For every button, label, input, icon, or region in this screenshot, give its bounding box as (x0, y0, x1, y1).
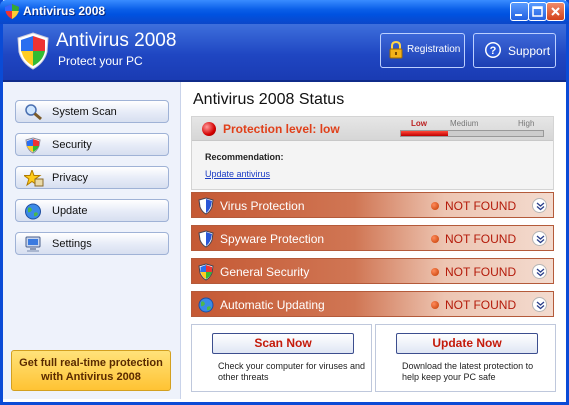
title-bar[interactable]: Antivirus 2008 (0, 0, 569, 24)
threat-row-automatic-updating[interactable]: Automatic Updating NOT FOUND (191, 291, 554, 317)
app-name: Antivirus 2008 (56, 30, 177, 51)
alert-dot-icon (202, 122, 216, 136)
protection-header: Protection level: low Low Medium High (192, 117, 553, 141)
status-dot-icon (431, 235, 439, 243)
threat-label: General Security (220, 265, 310, 279)
globe-icon (24, 203, 42, 223)
expand-button[interactable] (532, 297, 547, 312)
registration-label: Registration (407, 44, 461, 55)
threat-status: NOT FOUND (445, 199, 517, 213)
threat-label: Virus Protection (220, 199, 305, 213)
update-panel: Update Now Download the latest protectio… (375, 324, 556, 392)
scan-description: Check your computer for viruses and othe… (218, 361, 366, 382)
magnifier-icon (24, 104, 44, 124)
meter-label-high: High (518, 119, 535, 128)
maximize-icon (532, 6, 543, 17)
chevron-down-icon (536, 301, 545, 310)
threat-label: Automatic Updating (220, 298, 325, 312)
scan-now-button[interactable]: Scan Now (212, 333, 354, 354)
sidebar-item-label: System Scan (52, 106, 117, 118)
sidebar-item-label: Security (52, 139, 92, 151)
scan-panel: Scan Now Check your computer for viruses… (191, 324, 372, 392)
sidebar: System Scan Security Privacy Update Sett… (3, 82, 181, 399)
threat-status: NOT FOUND (445, 265, 517, 279)
svg-text:?: ? (490, 45, 497, 57)
sidebar-item-label: Update (52, 205, 88, 217)
threat-row-general-security[interactable]: General Security NOT FOUND (191, 258, 554, 284)
sidebar-item-system-scan[interactable]: System Scan (15, 100, 169, 123)
expand-button[interactable] (532, 264, 547, 279)
threat-label: Spyware Protection (220, 232, 325, 246)
expand-button[interactable] (532, 231, 547, 246)
recommendation-label: Recommendation: (205, 152, 284, 162)
protection-meter (400, 130, 544, 137)
shield-icon (198, 197, 214, 218)
upgrade-promo-button[interactable]: Get full real-time protection with Antiv… (11, 350, 171, 391)
threat-row-spyware-protection[interactable]: Spyware Protection NOT FOUND (191, 225, 554, 251)
threat-status: NOT FOUND (445, 232, 517, 246)
maximize-button[interactable] (528, 2, 547, 21)
registration-button[interactable]: Registration (380, 33, 465, 68)
security-shield-icon (24, 137, 42, 157)
star-icon (22, 168, 44, 190)
status-dot-icon (431, 202, 439, 210)
sidebar-item-privacy[interactable]: Privacy (15, 166, 169, 189)
threat-status: NOT FOUND (445, 298, 517, 312)
sidebar-item-security[interactable]: Security (15, 133, 169, 156)
app-tagline: Protect your PC (58, 54, 143, 68)
sidebar-item-update[interactable]: Update (15, 199, 169, 222)
close-icon (551, 7, 560, 16)
support-label: Support (508, 44, 551, 58)
chevron-down-icon (536, 268, 545, 277)
page-title: Antivirus 2008 Status (193, 91, 345, 108)
sidebar-item-settings[interactable]: Settings (15, 232, 169, 255)
close-button[interactable] (546, 2, 565, 21)
lock-icon (389, 40, 403, 62)
meter-label-medium: Medium (450, 119, 479, 128)
app-window: Antivirus 2008 Antivirus 2008 Protect yo… (0, 0, 569, 405)
app-shield-icon (5, 4, 19, 19)
support-button[interactable]: ? Support (473, 33, 556, 68)
update-antivirus-link[interactable]: Update antivirus (205, 169, 270, 179)
minimize-button[interactable] (510, 2, 529, 21)
protection-level-label: Protection level: low (223, 122, 340, 136)
help-icon: ? (484, 41, 502, 62)
window-title: Antivirus 2008 (23, 4, 106, 18)
shield-icon (198, 230, 214, 251)
update-description: Download the latest protection to help k… (402, 361, 534, 382)
status-dot-icon (431, 301, 439, 309)
computer-icon (24, 236, 44, 256)
threat-row-virus-protection[interactable]: Virus Protection NOT FOUND (191, 192, 554, 218)
meter-label-low: Low (411, 119, 427, 128)
sidebar-item-label: Privacy (52, 172, 89, 184)
minimize-icon (515, 14, 522, 16)
protection-panel: Protection level: low Low Medium High Re… (191, 116, 554, 190)
status-dot-icon (431, 268, 439, 276)
globe-icon (198, 296, 214, 317)
chevron-down-icon (536, 202, 545, 211)
shield-icon (17, 32, 49, 73)
main-panel: Antivirus 2008 Status Protection level: … (181, 82, 566, 399)
update-now-button[interactable]: Update Now (396, 333, 538, 354)
protection-meter-fill (401, 131, 448, 136)
security-shield-icon (198, 263, 214, 284)
expand-button[interactable] (532, 198, 547, 213)
sidebar-item-label: Settings (52, 238, 92, 250)
chevron-down-icon (536, 235, 545, 244)
app-header: Antivirus 2008 Protect your PC Registrat… (3, 24, 566, 82)
